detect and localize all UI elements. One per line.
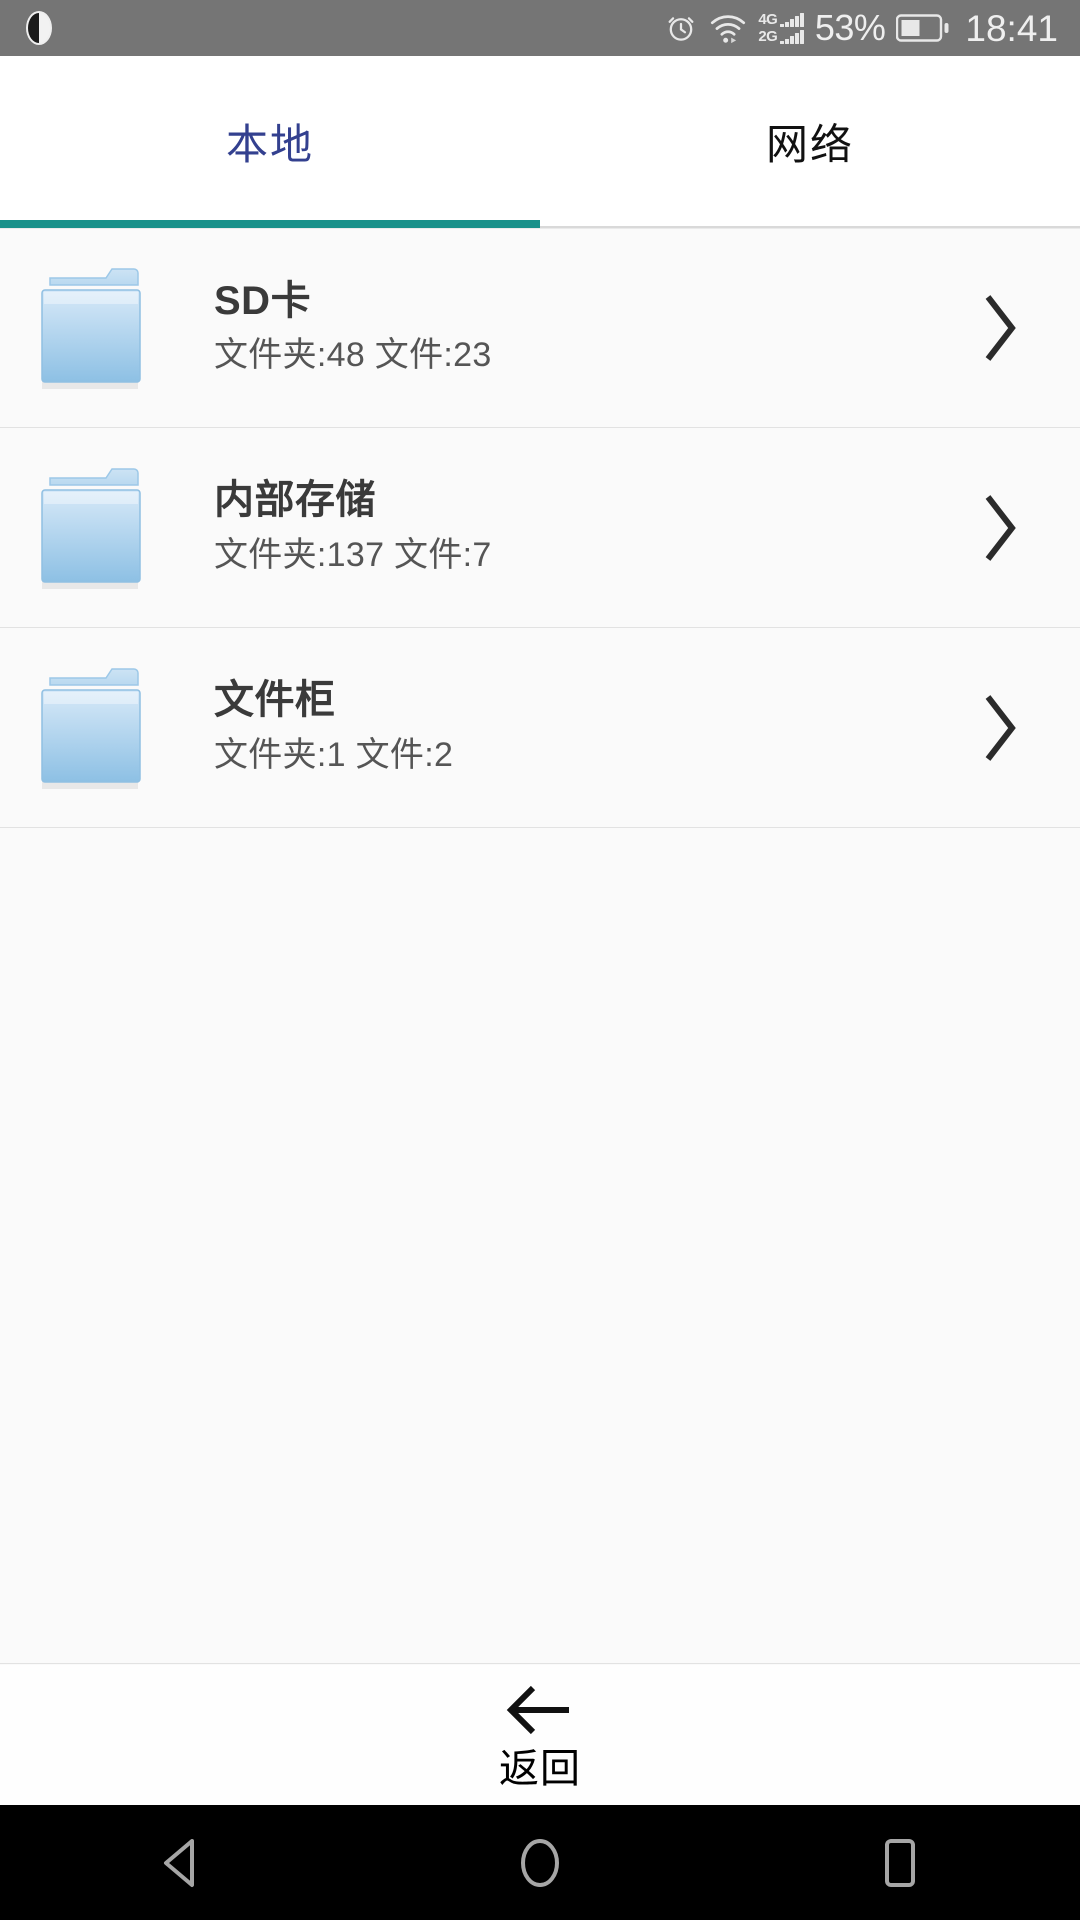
- folder-icon: [30, 658, 152, 798]
- back-button[interactable]: 返回: [0, 1665, 1080, 1805]
- list-item-subtitle: 文件夹:1 文件:2: [214, 735, 454, 774]
- list-item-text: SD卡 文件夹:48 文件:23: [214, 279, 978, 378]
- list-item-title: 文件柜: [214, 678, 336, 722]
- storage-list: SD卡 文件夹:48 文件:23 内部存储 文件夹:137 文件:7 文件柜 文…: [0, 228, 1080, 828]
- back-button-label: 返回: [499, 1746, 581, 1791]
- android-navigation-bar: [0, 1805, 1080, 1920]
- folder-icon: [30, 258, 152, 398]
- tab-local[interactable]: 本地: [0, 56, 540, 228]
- tab-network-label: 网络: [765, 120, 854, 168]
- list-item-text: 文件柜 文件夹:1 文件:2: [214, 678, 978, 777]
- signal-row-4g: 4G: [758, 12, 804, 27]
- tab-bar: 本地 网络: [0, 56, 1080, 228]
- list-item-title: 内部存储: [214, 478, 376, 522]
- list-item[interactable]: SD卡 文件夹:48 文件:23: [0, 228, 1080, 428]
- status-bar: 4G 2G 53% 18:41: [0, 0, 1080, 56]
- signal-bars-4g: [780, 12, 804, 27]
- signal-4g-label: 4G: [758, 11, 778, 28]
- folder-icon: [30, 458, 152, 598]
- empty-list-area: [0, 828, 1080, 1664]
- wifi-icon: [709, 12, 747, 44]
- signal-bars-2g: [780, 29, 804, 44]
- clock-label: 18:41: [965, 7, 1058, 49]
- list-item-subtitle: 文件夹:137 文件:7: [214, 535, 492, 574]
- battery-percent-label: 53%: [814, 7, 886, 48]
- chevron-right-icon[interactable]: [978, 691, 1022, 765]
- list-item[interactable]: 文件柜 文件夹:1 文件:2: [0, 628, 1080, 828]
- tab-network[interactable]: 网络: [540, 56, 1080, 226]
- list-item-text: 内部存储 文件夹:137 文件:7: [214, 478, 978, 577]
- signal-2g-label: 2G: [758, 28, 778, 45]
- status-bar-left: [26, 11, 52, 45]
- list-item[interactable]: 内部存储 文件夹:137 文件:7: [0, 428, 1080, 628]
- square-recents-icon[interactable]: [825, 1805, 975, 1920]
- circle-home-icon[interactable]: [465, 1805, 615, 1920]
- status-bar-right: 4G 2G 53% 18:41: [664, 10, 1058, 47]
- half-moon-icon: [26, 11, 52, 45]
- signal-row-2g: 2G: [758, 29, 804, 44]
- chevron-right-icon[interactable]: [978, 291, 1022, 365]
- chevron-right-icon[interactable]: [978, 491, 1022, 565]
- alarm-clock-icon: [664, 11, 698, 45]
- phone-screen: 4G 2G 53% 18:41 本地 网络 SD卡 文件夹:48 文件:23 内…: [0, 0, 1080, 1920]
- list-item-title: SD卡: [214, 278, 312, 323]
- triangle-back-icon[interactable]: [105, 1805, 255, 1920]
- signal-strength-icon: 4G 2G: [758, 12, 804, 44]
- battery-icon: [896, 13, 950, 43]
- arrow-left-icon: [503, 1682, 577, 1743]
- tab-active-indicator: [0, 220, 540, 228]
- list-item-subtitle: 文件夹:48 文件:23: [214, 336, 492, 375]
- tab-local-label: 本地: [225, 120, 314, 168]
